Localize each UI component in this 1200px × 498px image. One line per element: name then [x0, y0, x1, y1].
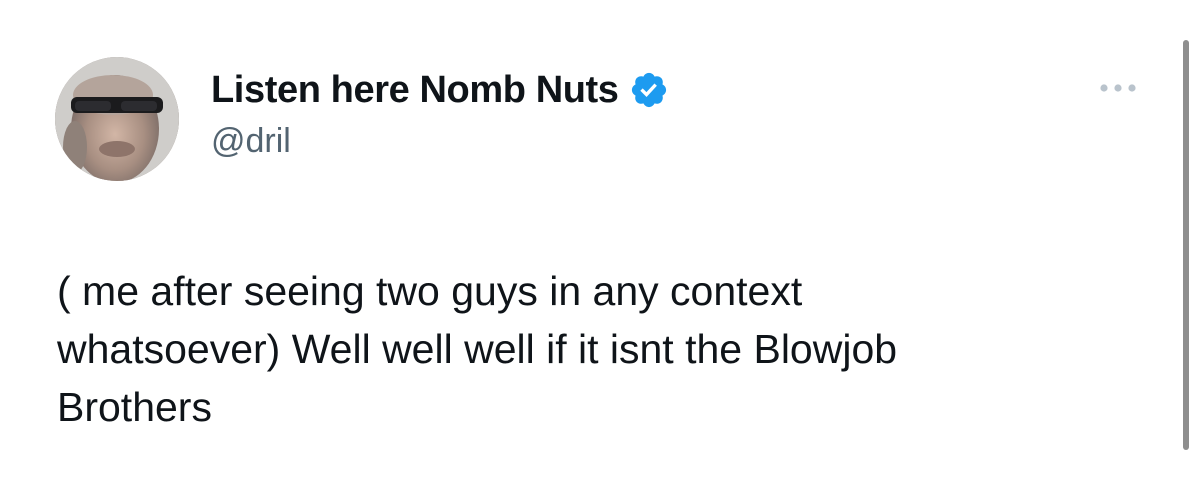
avatar-photo: [55, 57, 179, 181]
author-display-name[interactable]: Listen here Nomb Nuts: [211, 69, 619, 112]
more-options-icon: [1100, 84, 1136, 92]
tweet-card: Listen here Nomb Nuts @dril ( me after s…: [0, 0, 1200, 498]
tweet-text: ( me after seeing two guys in any contex…: [57, 268, 898, 430]
scrollbar[interactable]: [1183, 40, 1189, 450]
avatar[interactable]: [55, 57, 179, 181]
more-options-button[interactable]: [1096, 76, 1140, 100]
verified-badge-icon: [629, 70, 669, 110]
author-handle[interactable]: @dril: [211, 122, 291, 161]
author-name-row: Listen here Nomb Nuts: [211, 65, 669, 115]
